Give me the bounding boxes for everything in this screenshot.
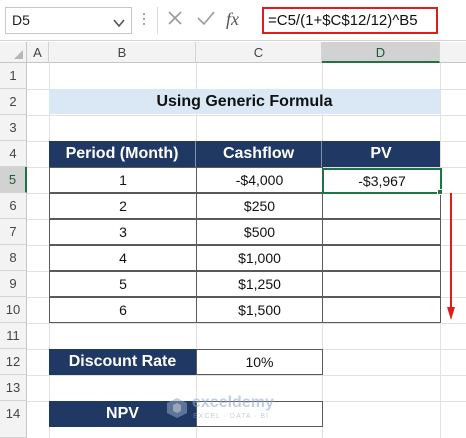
row-header-5[interactable]: 5 — [0, 167, 27, 193]
cell-period[interactable]: 3 — [49, 219, 197, 245]
row-header-12[interactable]: 12 — [0, 349, 27, 375]
cell-pv[interactable] — [322, 219, 441, 245]
row-header-9[interactable]: 9 — [0, 271, 27, 297]
gridline — [27, 115, 466, 116]
row-header-6[interactable]: 6 — [0, 193, 27, 219]
cell-period[interactable]: 1 — [49, 167, 197, 193]
gridline — [27, 323, 466, 324]
cancel-icon[interactable] — [166, 9, 184, 32]
cell-cashflow[interactable]: $1,500 — [196, 297, 323, 323]
confirm-icon[interactable] — [196, 9, 216, 32]
formula-tools: fx — [157, 7, 255, 34]
sheet-title[interactable]: Using Generic Formula — [49, 89, 440, 114]
column-header-e[interactable] — [440, 42, 466, 63]
watermark-brand: exceldemy — [192, 394, 274, 411]
chevron-down-icon[interactable] — [113, 15, 125, 31]
row-header-13[interactable]: 13 — [0, 375, 27, 401]
cell-pv[interactable] — [322, 245, 441, 271]
cell-period[interactable]: 4 — [49, 245, 197, 271]
fill-down-arrow-icon — [447, 193, 455, 320]
cell-cashflow[interactable]: $1,250 — [196, 271, 323, 297]
cell-pv[interactable] — [322, 271, 441, 297]
row-header-2[interactable]: 2 — [0, 89, 27, 115]
column-header-a[interactable]: A — [27, 42, 49, 63]
cell-period[interactable]: 6 — [49, 297, 197, 323]
select-all-corner[interactable] — [0, 42, 27, 63]
cell-cashflow[interactable]: $500 — [196, 219, 323, 245]
cell-cashflow[interactable]: $250 — [196, 193, 323, 219]
row-header-8[interactable]: 8 — [0, 245, 27, 271]
row-header-7[interactable]: 7 — [0, 219, 27, 245]
discount-rate-value[interactable]: 10% — [196, 349, 323, 375]
exceldemy-logo-icon — [167, 398, 187, 418]
row-header-10[interactable]: 10 — [0, 297, 27, 323]
column-header-d[interactable]: D — [322, 42, 440, 63]
column-header-b[interactable]: B — [49, 42, 196, 63]
cell-period[interactable]: 2 — [49, 193, 197, 219]
discount-rate-label[interactable]: Discount Rate — [49, 349, 196, 375]
name-box[interactable]: D5 — [5, 7, 132, 34]
watermark-tagline: EXCEL · DATA · BI — [193, 413, 269, 420]
active-cell-d5[interactable]: -$3,967 — [322, 168, 442, 194]
row-header-3[interactable]: 3 — [0, 115, 27, 141]
header-cashflow[interactable]: Cashflow — [196, 141, 322, 167]
cell-pv[interactable] — [322, 193, 441, 219]
insert-function-icon[interactable]: fx — [226, 9, 239, 30]
column-header-c[interactable]: C — [196, 42, 322, 63]
header-pv[interactable]: PV — [322, 141, 440, 167]
header-period[interactable]: Period (Month) — [49, 141, 196, 167]
cell-pv[interactable] — [322, 297, 441, 323]
gridline — [27, 375, 466, 376]
row-header-4[interactable]: 4 — [0, 141, 27, 167]
watermark-logo: exceldemy EXCEL · DATA · BI — [166, 394, 316, 424]
name-box-value: D5 — [12, 12, 30, 28]
fill-handle[interactable] — [437, 189, 443, 195]
row-header-1[interactable]: 1 — [0, 63, 27, 89]
cell-period[interactable]: 5 — [49, 271, 197, 297]
drag-handle-icon[interactable] — [141, 10, 147, 32]
row-header-14[interactable]: 14 — [0, 401, 27, 438]
formula-input[interactable]: =C5/(1+$C$12/12)^B5 — [262, 7, 438, 34]
row-header-11[interactable]: 11 — [0, 323, 27, 349]
cell-cashflow[interactable]: -$4,000 — [196, 167, 323, 193]
cell-cashflow[interactable]: $1,000 — [196, 245, 323, 271]
